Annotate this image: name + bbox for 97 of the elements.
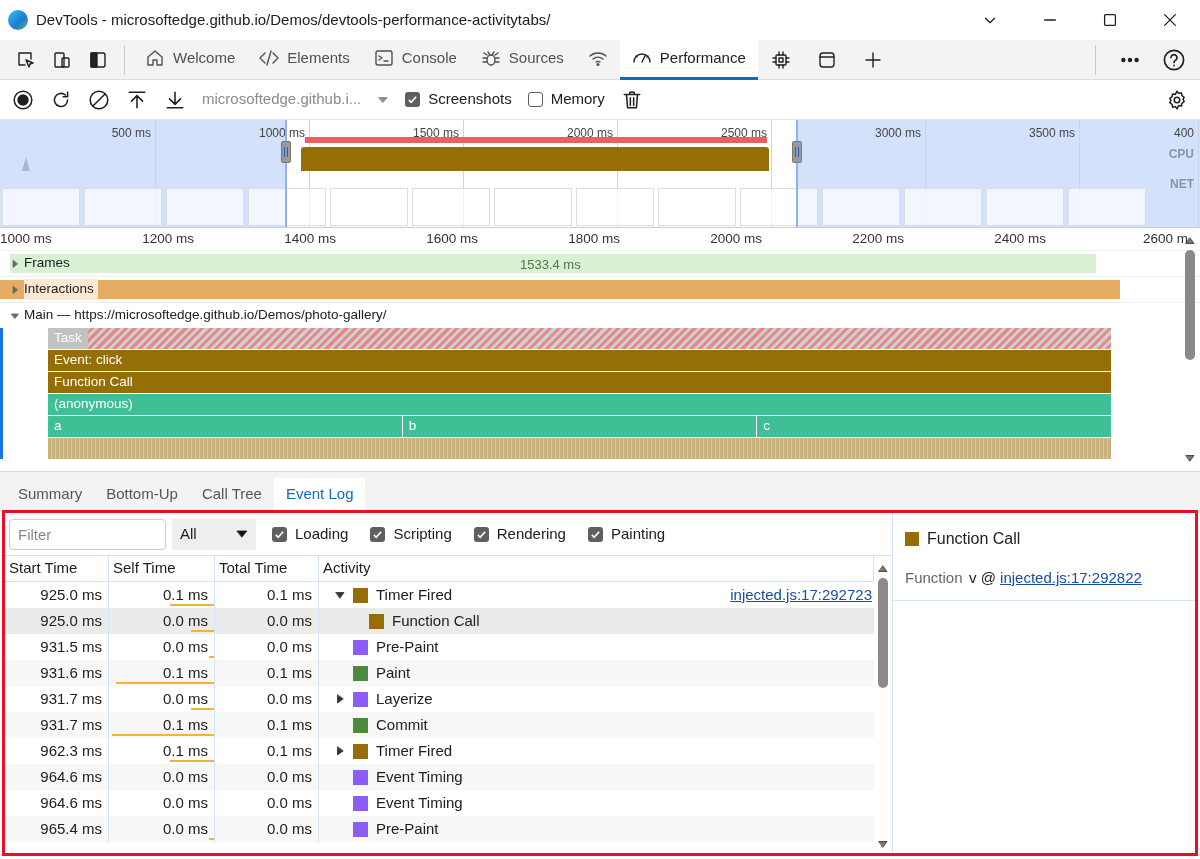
activity-name: Event Timing (376, 792, 463, 813)
event-bar[interactable]: Function Call (48, 372, 1111, 393)
caret-icon (236, 528, 248, 540)
time-tick: 400 (1172, 125, 1194, 142)
details-tab[interactable]: Call Tree (189, 478, 274, 510)
column-header[interactable]: Total Time (215, 556, 319, 581)
activity-name: Timer Fired (376, 584, 453, 605)
track-label[interactable]: Main — https://microsoftedge.github.io/Demos/photo-gallery/ (24, 305, 387, 326)
time-tick: 2000 ms (565, 125, 613, 142)
time-tick: 3000 ms (873, 125, 921, 142)
panel-tab[interactable]: Console (361, 39, 469, 80)
checkmark-icon (407, 94, 419, 105)
details-tab[interactable]: Summary (6, 478, 95, 510)
checkbox-label: Rendering (496, 523, 566, 544)
settings-icon[interactable] (1166, 88, 1188, 111)
scroll-up-icon[interactable] (878, 564, 888, 574)
activity-name: Commit (376, 714, 428, 735)
time-tick: 500 ms (110, 125, 151, 142)
record-icon[interactable] (12, 88, 34, 111)
checkbox[interactable] (527, 92, 543, 107)
activity-name: Event Timing (376, 766, 463, 787)
scrollbar-thumb[interactable] (1185, 250, 1195, 360)
table-cell: 965.4 ms (5, 816, 109, 842)
time-tick: 1000 ms (257, 125, 305, 142)
checkbox[interactable] (272, 526, 287, 542)
checkbox[interactable] (473, 526, 489, 542)
home-icon (145, 48, 165, 68)
property-value: v @ (969, 568, 997, 588)
expand-arrow-icon[interactable] (10, 310, 20, 321)
clear-icon[interactable] (88, 88, 110, 111)
filter-field[interactable]: Filter (9, 518, 166, 550)
scroll-down-icon[interactable] (878, 839, 888, 849)
scroll-up-icon[interactable] (1185, 236, 1195, 246)
scrollbar-thumb[interactable] (878, 578, 888, 688)
browser-logo-icon (8, 10, 28, 30)
source-link[interactable]: injected.js:17:292822 (1000, 567, 1142, 590)
checkbox[interactable] (405, 92, 421, 107)
time-tick: 1800 ms (567, 229, 621, 248)
time-tick: 2000 ms (709, 229, 763, 248)
panel-tab[interactable]: Elements (247, 39, 362, 80)
checkmark-icon (274, 528, 285, 540)
recording-select[interactable]: microsoftedge.github.i... (202, 88, 390, 111)
table-cell: 0.0 ms (215, 816, 319, 842)
frame-duration: 1533.4 ms (520, 256, 581, 274)
activity-name: Pre-Paint (376, 636, 439, 657)
checkbox-label: Screenshots (428, 89, 512, 110)
console-icon (373, 48, 394, 68)
lane-label: CPU (1168, 146, 1194, 163)
checkbox[interactable] (370, 526, 386, 542)
column-header[interactable]: Activity (319, 556, 874, 581)
track-label[interactable]: Frames (24, 253, 70, 274)
checkbox-label: Scripting (393, 523, 452, 544)
time-tick: 1400 ms (283, 229, 337, 248)
source-link[interactable]: injected.js:17:292723 (730, 583, 872, 607)
checkbox-label: Loading (295, 523, 349, 544)
range-handle[interactable] (281, 141, 291, 163)
event-bar[interactable]: Event: click (48, 350, 1111, 371)
column-header[interactable]: Start Time (5, 556, 109, 581)
time-tick: 2400 ms (993, 229, 1047, 248)
activity-name: Timer Fired (376, 740, 453, 761)
lane-label: NET (1170, 176, 1194, 193)
checkmark-icon (372, 528, 384, 540)
range-handle[interactable] (792, 141, 802, 163)
activity-name: Paint (376, 662, 411, 683)
activity-name: Layerize (376, 688, 433, 709)
expand-arrow-icon[interactable] (335, 694, 345, 704)
details-title: Function Call (927, 529, 1021, 549)
window-title: DevTools - microsoftedge.github.io/Demos/devtools-performance-activitytabs/ (36, 9, 551, 30)
panel-tab[interactable]: Welcome (133, 39, 248, 80)
checkbox-label: Memory (550, 89, 605, 110)
time-tick: 1000 ms (0, 229, 53, 248)
panel-tab[interactable]: Sources (468, 39, 576, 80)
property-label: Function (905, 568, 964, 588)
table-cell: 0.0 ms (109, 816, 215, 842)
time-tick: 2600 m (1141, 229, 1189, 248)
checkmark-icon (475, 528, 487, 540)
checkmark-icon (589, 528, 601, 540)
code-icon (259, 48, 280, 68)
scroll-down-icon[interactable] (1185, 453, 1195, 463)
details-tab[interactable]: Event Log (273, 478, 366, 510)
category-select[interactable]: All (172, 518, 256, 550)
time-tick: 2500 ms (719, 125, 767, 142)
time-tick: 1200 ms (141, 229, 195, 248)
column-header[interactable]: Self Time (109, 556, 215, 581)
panel-tab[interactable]: Performance (619, 39, 758, 80)
track-label[interactable]: Interactions (24, 279, 98, 300)
activity-name: Function Call (392, 610, 480, 631)
time-tick: 1600 ms (425, 229, 479, 248)
checkbox[interactable] (587, 526, 603, 542)
checkbox-label: Painting (610, 523, 666, 544)
time-tick: 3500 ms (1027, 125, 1075, 142)
activity-name: Pre-Paint (376, 818, 439, 839)
details-tab[interactable]: Bottom-Up (94, 478, 190, 510)
time-tick: 2200 ms (851, 229, 905, 248)
expand-arrow-icon[interactable] (335, 746, 345, 756)
time-tick: 1500 ms (411, 125, 459, 142)
expand-arrow-icon[interactable] (335, 590, 345, 600)
